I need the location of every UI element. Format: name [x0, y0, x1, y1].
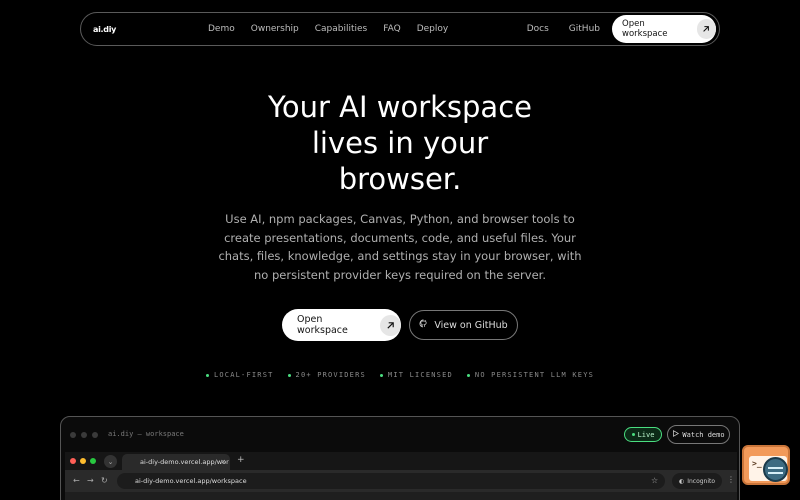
view-on-github-button[interactable]: View on GitHub: [409, 310, 518, 340]
badge-label: MIT LICENSED: [387, 371, 453, 379]
feature-badges: LOCAL-FIRST 20+ PROVIDERS MIT LICENSED N…: [0, 371, 800, 379]
browser-tab-title: ai-diy-demo.vercel.app/wor: [140, 458, 229, 466]
green-dot-icon: [205, 373, 209, 377]
url-field[interactable]: ai-diy-demo.vercel.app/workspace: [117, 473, 665, 489]
forward-icon[interactable]: →: [87, 476, 94, 485]
hero-description-line: chats, files, knowledge, and settings st…: [218, 249, 582, 263]
tab-search-icon[interactable]: ⌄: [104, 455, 117, 468]
close-window-icon[interactable]: [70, 458, 76, 464]
browser-tab[interactable]: ai-diy-demo.vercel.app/wor ✕: [122, 454, 230, 470]
embedded-browser: ⌄ ai-diy-demo.vercel.app/wor ✕ + ← → ↻ a…: [65, 452, 737, 500]
badge-local-first: LOCAL-FIRST: [205, 371, 274, 379]
hero-title: Your AI workspace lives in your browser.: [0, 89, 800, 197]
nav-link-docs[interactable]: Docs: [527, 24, 549, 34]
open-workspace-label: Open workspace: [297, 314, 348, 336]
chat-bubble-icon: [763, 457, 788, 482]
nav-right: Docs GitHub Open workspace: [527, 15, 716, 43]
top-nav: ai.diy Demo Ownership Capabilities FAQ D…: [80, 12, 720, 46]
logo[interactable]: ai.diy: [93, 25, 143, 34]
back-icon[interactable]: ←: [73, 476, 80, 485]
hero-description: Use AI, npm packages, Canvas, Python, an…: [0, 210, 800, 284]
window-dot-icon: [92, 432, 98, 438]
nav-open-workspace-button[interactable]: Open workspace: [612, 15, 716, 43]
terminal-prompt-icon: >_: [752, 459, 762, 468]
green-dot-icon: [287, 373, 291, 377]
hero-title-line: Your AI workspace: [268, 90, 532, 124]
incognito-icon: ◐: [678, 477, 685, 485]
nav-link-ownership[interactable]: Ownership: [251, 24, 299, 34]
arrow-up-right-icon: [380, 314, 401, 336]
nav-link-capabilities[interactable]: Capabilities: [315, 24, 368, 34]
floating-assistant-button[interactable]: >_: [742, 445, 790, 485]
minimize-window-icon[interactable]: [80, 458, 86, 464]
nav-links: Demo Ownership Capabilities FAQ Deploy: [208, 24, 464, 34]
preview-title-bar: ai.diy — workspace Live Watch demo: [61, 417, 739, 451]
watch-demo-label: Watch demo: [682, 430, 725, 439]
hero-description-line: no persistent provider keys required on …: [254, 267, 546, 282]
nav-link-github[interactable]: GitHub: [569, 24, 600, 34]
live-badge: Live: [624, 427, 662, 442]
browser-tab-strip: ⌄ ai-diy-demo.vercel.app/wor ✕ +: [65, 452, 737, 470]
hero-title-line: lives in your: [311, 126, 489, 160]
window-dot-icon: [81, 432, 87, 438]
hero-description-line: create presentations, documents, code, a…: [224, 230, 576, 245]
bookmark-star-icon[interactable]: ☆: [651, 476, 658, 485]
more-menu-icon[interactable]: ⋮: [727, 475, 735, 484]
nav-link-demo[interactable]: Demo: [208, 24, 235, 34]
preview-title: ai.diy — workspace: [108, 430, 184, 438]
green-dot-icon: [466, 373, 470, 377]
hero-description-line: Use AI, npm packages, Canvas, Python, an…: [225, 212, 575, 226]
close-tab-icon[interactable]: ✕: [221, 458, 226, 466]
watch-demo-button[interactable]: Watch demo: [667, 425, 730, 444]
incognito-badge[interactable]: ◐ Incognito: [672, 473, 722, 489]
browser-address-bar: ← → ↻ ai-diy-demo.vercel.app/workspace ☆…: [65, 470, 737, 492]
workspace-preview: ai.diy — workspace Live Watch demo ⌄ ai-…: [60, 416, 740, 500]
incognito-label: Incognito: [687, 477, 716, 485]
badge-label: 20+ PROVIDERS: [295, 371, 366, 379]
maximize-window-icon[interactable]: [90, 458, 96, 464]
badge-providers: 20+ PROVIDERS: [287, 371, 366, 379]
badge-label: NO PERSISTENT LLM KEYS: [474, 371, 595, 379]
hero-title-line: browser.: [338, 162, 462, 196]
badge-mit-licensed: MIT LICENSED: [379, 371, 453, 379]
green-dot-icon: [379, 373, 383, 377]
nav-link-faq[interactable]: FAQ: [383, 24, 400, 34]
green-dot-icon: [631, 433, 635, 436]
nav-link-deploy[interactable]: Deploy: [417, 24, 449, 34]
url-text: ai-diy-demo.vercel.app/workspace: [135, 477, 247, 485]
nav-cta-label: Open workspace: [622, 19, 668, 39]
live-label: Live: [637, 430, 655, 439]
badge-no-persistent-keys: NO PERSISTENT LLM KEYS: [466, 371, 595, 379]
window-dot-icon: [70, 432, 76, 438]
open-workspace-button[interactable]: Open workspace: [282, 309, 401, 341]
play-icon: [672, 430, 680, 439]
badge-label: LOCAL-FIRST: [213, 371, 274, 379]
new-tab-icon[interactable]: +: [237, 455, 245, 465]
arrow-up-right-icon: [696, 19, 716, 39]
view-on-github-label: View on GitHub: [434, 319, 508, 331]
github-icon: [419, 319, 428, 331]
reload-icon[interactable]: ↻: [101, 476, 108, 485]
